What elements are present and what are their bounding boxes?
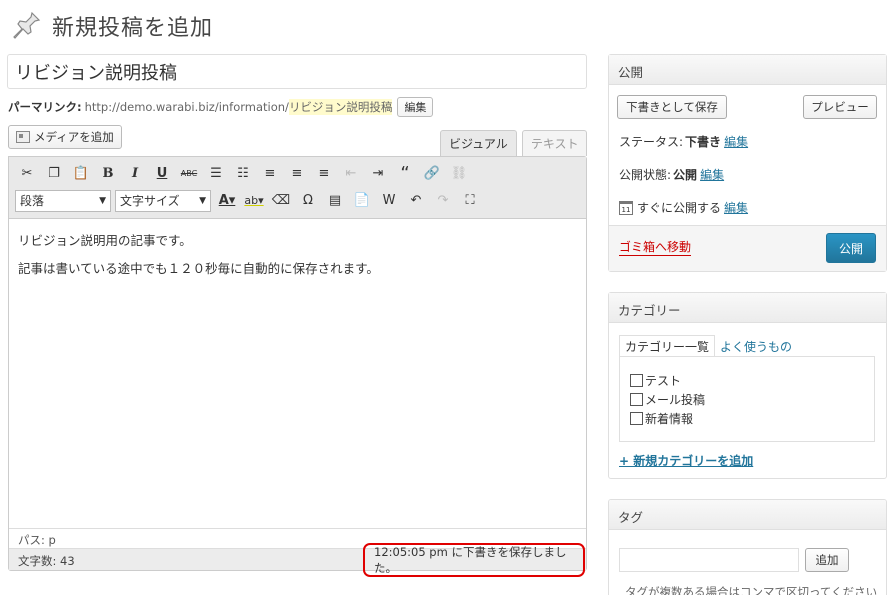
category-label: テスト [645, 374, 682, 388]
blockquote-icon[interactable]: “ [393, 163, 417, 185]
post-title-input[interactable] [7, 54, 587, 89]
eraser-icon[interactable]: ⌫ [269, 190, 293, 212]
status-value: 下書き [685, 135, 722, 149]
add-category-link[interactable]: + 新規カテゴリーを追加 [619, 452, 753, 469]
editor-toolbar: ✂ ❐ 📋 B I U ABC ☰ ☷ ≡ ≡ ≡ ⇤ ⇥ “ 🔗 ⛓ 段落 ▼… [9, 157, 586, 219]
content-paragraph: リビジョン説明用の記事です。 [18, 233, 192, 248]
fullscreen-icon[interactable]: ⛶ [458, 190, 482, 212]
visibility-edit-link[interactable]: 編集 [700, 166, 724, 183]
checkbox[interactable] [630, 374, 643, 387]
tag-hint: タグが複数ある場合はコンマで区切ってください [625, 585, 878, 595]
category-list: テスト メール投稿 新着情報 [619, 356, 875, 442]
outdent-icon[interactable]: ⇤ [339, 163, 363, 185]
permalink-slug[interactable]: リビジョン説明投稿 [288, 99, 393, 115]
preview-button[interactable]: プレビュー [803, 95, 877, 119]
tab-popular-categories[interactable]: よく使うもの [715, 335, 797, 357]
add-media-button[interactable]: メディアを追加 [8, 125, 122, 149]
calendar-icon: 11 [619, 200, 633, 215]
format-select-value: 段落 [20, 194, 45, 208]
unlink-icon[interactable]: ⛓ [447, 163, 471, 185]
visibility-line: 公開状態: 公開 編集 [619, 166, 724, 183]
visibility-label: 公開状態: [619, 168, 672, 182]
highlight-color-icon[interactable]: ab▾ [242, 190, 266, 212]
schedule-edit-link[interactable]: 編集 [724, 199, 748, 216]
category-tabs: カテゴリー一覧 よく使うもの [619, 335, 797, 357]
align-center-icon[interactable]: ≡ [285, 163, 309, 185]
copy-icon[interactable]: ❐ [42, 163, 66, 185]
permalink-base: http://demo.warabi.biz/information/ [84, 100, 289, 114]
fontsize-select[interactable]: 文字サイズ ▼ [115, 189, 211, 212]
underline-icon[interactable]: U [150, 163, 174, 185]
tag-box: タグ 追加 タグが複数ある場合はコンマで区切ってください [608, 499, 887, 595]
schedule-label: すぐに公開する [637, 201, 722, 215]
publish-footer: ゴミ箱へ移動 公開 [609, 225, 886, 271]
add-tag-button[interactable]: 追加 [805, 548, 849, 572]
list-item[interactable]: テスト [630, 371, 864, 390]
editor-content[interactable]: リビジョン説明用の記事です。 記事は書いている途中でも１２０秒毎に自動的に保存さ… [9, 219, 586, 301]
tag-input[interactable] [619, 548, 799, 572]
chevron-down-icon: ▼ [199, 195, 206, 206]
permalink-label: パーマリンク: [8, 100, 82, 114]
visibility-value: 公開 [673, 168, 698, 182]
category-label: メール投稿 [645, 393, 706, 407]
link-icon[interactable]: 🔗 [420, 163, 444, 185]
checkbox[interactable] [630, 393, 643, 406]
editor-tabs: ビジュアル テキスト [440, 130, 592, 156]
omega-icon[interactable]: Ω [296, 190, 320, 212]
paste-text-icon[interactable]: 📄 [350, 190, 374, 212]
trash-link[interactable]: ゴミ箱へ移動 [619, 238, 692, 256]
tab-visual[interactable]: ビジュアル [440, 130, 517, 156]
publish-box: 公開 下書きとして保存 プレビュー ステータス: 下書き 編集 公開状態: 公開… [608, 54, 887, 272]
tab-all-categories[interactable]: カテゴリー一覧 [619, 335, 716, 357]
permalink-row: パーマリンク: http://demo.warabi.biz/informati… [8, 96, 434, 118]
film-icon[interactable]: ▤ [323, 190, 347, 212]
pushpin-icon [13, 11, 41, 39]
category-label: 新着情報 [645, 412, 694, 426]
post-editor: ✂ ❐ 📋 B I U ABC ☰ ☷ ≡ ≡ ≡ ⇤ ⇥ “ 🔗 ⛓ 段落 ▼… [8, 156, 587, 571]
list-item[interactable]: 新着情報 [630, 409, 864, 428]
fontsize-select-value: 文字サイズ [120, 194, 180, 208]
save-draft-button[interactable]: 下書きとして保存 [617, 95, 727, 119]
text-color-icon[interactable]: A▾ [215, 190, 239, 212]
permalink-edit-button[interactable]: 編集 [397, 97, 434, 117]
media-icon [16, 131, 30, 143]
list-item[interactable]: メール投稿 [630, 390, 864, 409]
strikethrough-icon[interactable]: ABC [177, 163, 201, 185]
bold-icon[interactable]: B [96, 163, 120, 185]
autosave-message: 12:05:05 pm に下書きを保存しました。 [363, 543, 585, 577]
checkbox[interactable] [630, 412, 643, 425]
schedule-line: 11 すぐに公開する 編集 [619, 199, 748, 216]
publish-button[interactable]: 公開 [826, 233, 876, 263]
undo-icon[interactable]: ↶ [404, 190, 428, 212]
category-box: カテゴリー カテゴリー一覧 よく使うもの テスト メール投稿 新着情報 + 新規… [608, 292, 887, 479]
category-box-title[interactable]: カテゴリー [609, 293, 886, 323]
format-select[interactable]: 段落 ▼ [15, 189, 111, 212]
italic-icon[interactable]: I [123, 163, 147, 185]
page-title: 新規投稿を追加 [52, 16, 214, 41]
cut-icon[interactable]: ✂ [15, 163, 39, 185]
content-paragraph: 記事は書いている途中でも１２０秒毎に自動的に保存されます。 [18, 261, 379, 277]
page-header: 新規投稿を追加 [10, 8, 213, 44]
publish-box-title[interactable]: 公開 [609, 55, 886, 85]
bullet-list-icon[interactable]: ☰ [204, 163, 228, 185]
align-right-icon[interactable]: ≡ [312, 163, 336, 185]
numbered-list-icon[interactable]: ☷ [231, 163, 255, 185]
redo-icon[interactable]: ↷ [431, 190, 455, 212]
paste-icon[interactable]: 📋 [69, 163, 93, 185]
tab-text[interactable]: テキスト [521, 130, 588, 156]
align-left-icon[interactable]: ≡ [258, 163, 282, 185]
chevron-down-icon: ▼ [99, 195, 106, 206]
add-media-label: メディアを追加 [34, 130, 114, 144]
indent-icon[interactable]: ⇥ [366, 163, 390, 185]
tag-box-title[interactable]: タグ [609, 500, 886, 530]
status-edit-link[interactable]: 編集 [724, 133, 748, 150]
paste-word-icon[interactable]: W [377, 190, 401, 212]
status-line: ステータス: 下書き 編集 [619, 133, 748, 150]
status-label: ステータス: [619, 135, 684, 149]
